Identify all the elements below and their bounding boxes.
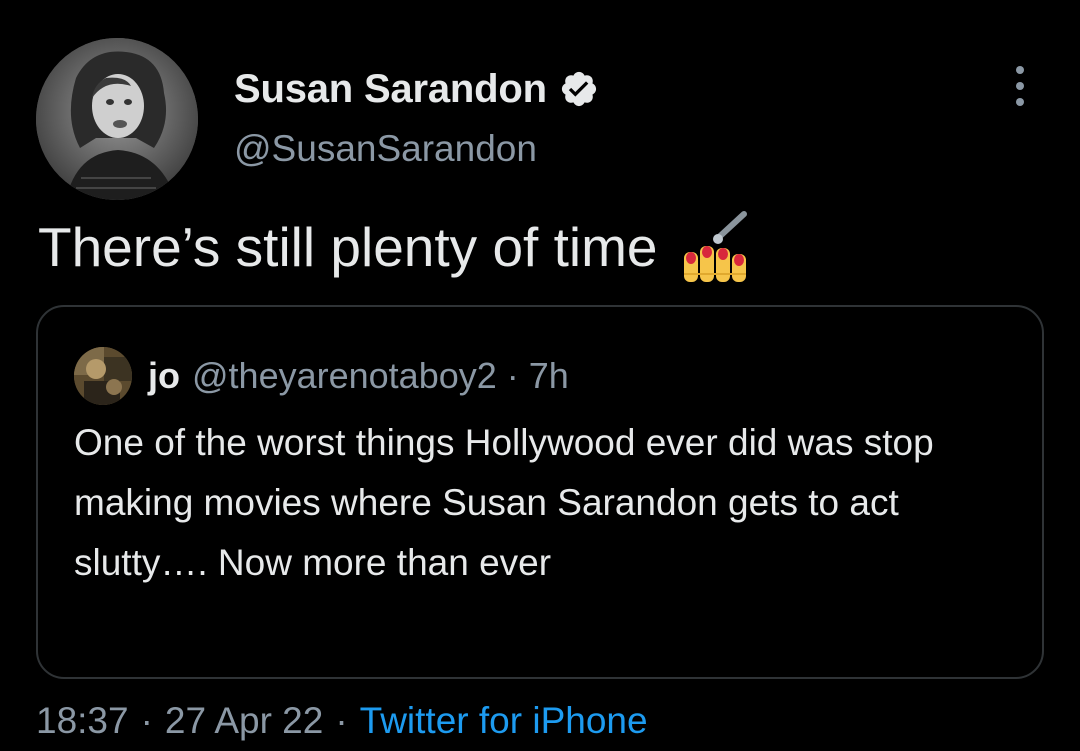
author-avatar[interactable] — [36, 38, 198, 200]
quoted-tweet-card[interactable]: jo @theyarenotaboy2 · 7h One of the wors… — [36, 305, 1044, 679]
meta-separator: · — [140, 700, 153, 741]
tweet-text: There’s still plenty of time — [38, 216, 658, 278]
avatar-photo — [36, 38, 198, 200]
quoted-author-name[interactable]: jo — [148, 355, 180, 397]
quoted-tweet-header: jo @theyarenotaboy2 · 7h — [74, 347, 569, 405]
verified-badge-icon — [559, 69, 599, 109]
quoted-tweet-text: One of the worst things Hollywood ever d… — [74, 422, 934, 583]
more-dot-icon — [1016, 82, 1024, 90]
more-dot-icon — [1016, 66, 1024, 74]
author-handle[interactable]: @SusanSarandon — [234, 128, 537, 170]
quoted-author-avatar[interactable] — [74, 347, 132, 405]
tweet-body: There’s still plenty of time — [38, 208, 756, 286]
tweet-time[interactable]: 18:37 — [36, 700, 129, 741]
tweet-metadata: 18:37 · 27 Apr 22 · Twitter for iPhone — [36, 700, 648, 742]
more-dot-icon — [1016, 98, 1024, 106]
quoted-timestamp[interactable]: 7h — [529, 355, 569, 397]
quoted-avatar-photo — [74, 347, 132, 405]
nail-polish-icon — [678, 208, 756, 286]
quoted-separator: · — [506, 355, 519, 396]
tweet-source-link[interactable]: Twitter for iPhone — [360, 700, 648, 741]
meta-separator: · — [335, 700, 348, 741]
quoted-author-handle[interactable]: @theyarenotaboy2 — [192, 355, 497, 397]
more-options-button[interactable] — [1000, 62, 1040, 110]
tweet-date[interactable]: 27 Apr 22 — [165, 700, 323, 741]
author-display-name[interactable]: Susan Sarandon — [234, 67, 547, 112]
author-name-row: Susan Sarandon — [234, 64, 599, 114]
tweet: Susan Sarandon @SusanSarandon There’s st… — [0, 0, 1080, 751]
